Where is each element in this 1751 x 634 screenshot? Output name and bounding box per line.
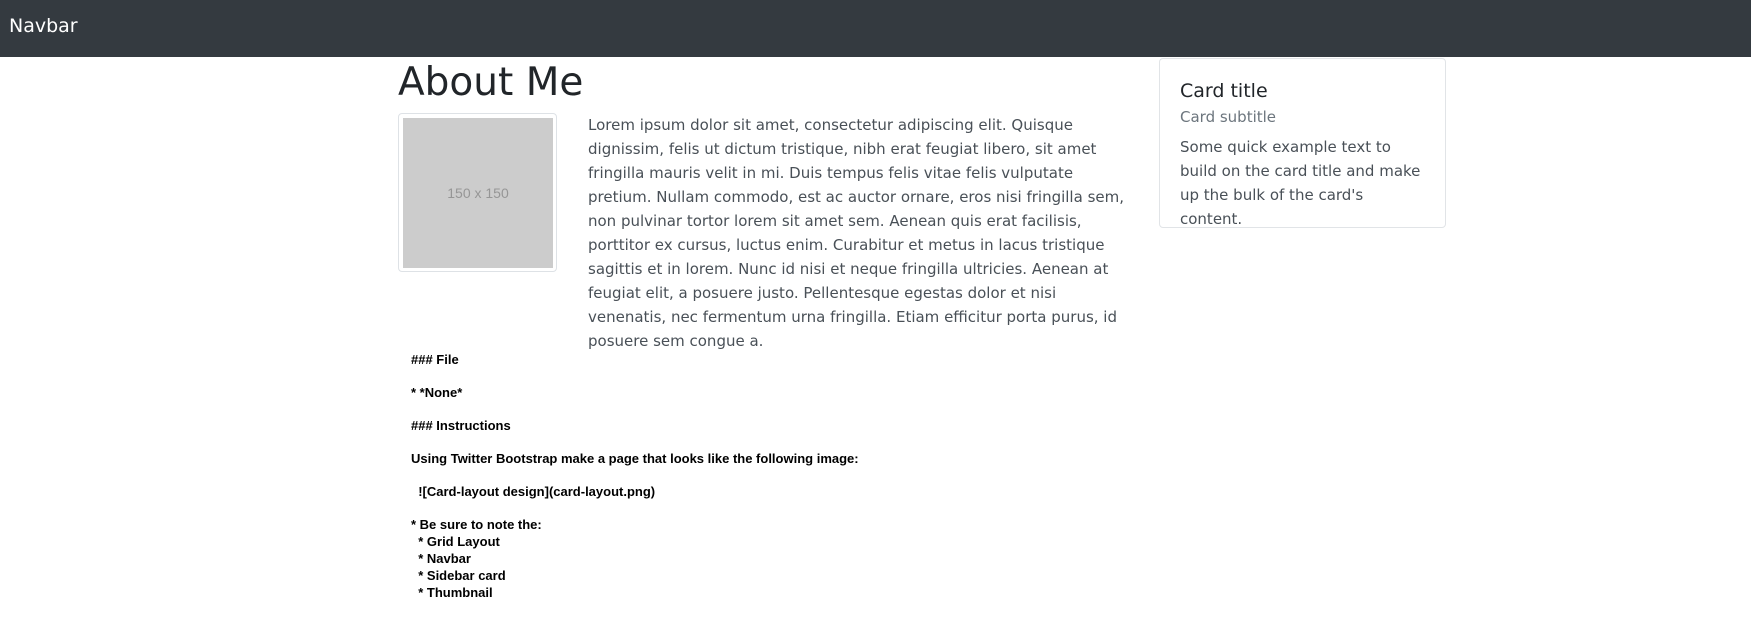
card-subtitle: Card subtitle [1180, 108, 1277, 126]
top-navbar: Navbar [0, 0, 1751, 57]
page-title: About Me [398, 60, 584, 105]
note-item-sidebar-card: * Sidebar card [411, 568, 506, 583]
file-heading: ### File [411, 352, 459, 367]
note-item-navbar: * Navbar [411, 551, 471, 566]
sidebar-card: Card title Card subtitle Some quick exam… [1159, 58, 1446, 228]
instructions-text: Using Twitter Bootstrap make a page that… [411, 451, 859, 466]
card-title: Card title [1180, 80, 1268, 102]
note-item-grid-layout: * Grid Layout [411, 534, 500, 549]
card-text: Some quick example text to build on the … [1180, 138, 1421, 228]
note-item-thumbnail: * Thumbnail [411, 585, 493, 600]
note-heading: * Be sure to note the: [411, 517, 542, 532]
about-paragraph: Lorem ipsum dolor sit amet, consectetur … [588, 116, 1124, 350]
navbar-brand-link[interactable]: Navbar [9, 14, 78, 38]
instructions-heading: ### Instructions [411, 418, 511, 433]
readme-notes: ### File * *None* ### Instructions Using… [411, 351, 1111, 601]
thumbnail-image: 150 x 150 [398, 113, 557, 272]
thumbnail-placeholder: 150 x 150 [403, 118, 553, 268]
image-markdown: ![Card-layout design](card-layout.png) [411, 484, 656, 499]
thumbnail-size-label: 150 x 150 [447, 185, 509, 201]
file-item: * *None* [411, 385, 463, 400]
